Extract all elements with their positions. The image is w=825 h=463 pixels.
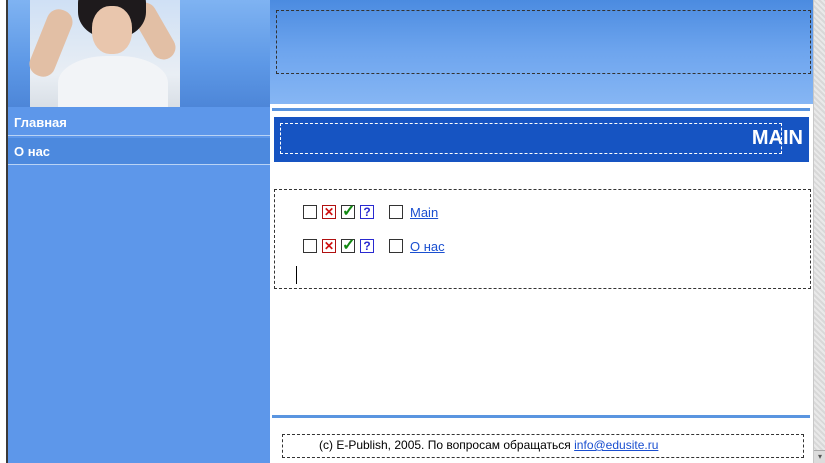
blank-box-icon[interactable] [389,205,403,219]
approve-check-icon[interactable]: ✓ [341,238,355,254]
header-photo [8,0,270,107]
delete-x-icon[interactable]: ✕ [322,239,336,253]
help-question-icon[interactable]: ? [360,205,374,219]
girl-photo-image [25,0,180,107]
blank-box-icon[interactable] [303,239,317,253]
delete-x-icon[interactable]: ✕ [322,205,336,219]
page-list-region[interactable]: ✕ ✓ ? Main ✕ ✓ ? О нас [274,189,811,289]
header-banner [270,0,813,104]
main-content: MAIN ✕ ✓ ? Main ✕ ✓ ? О нас [270,111,813,463]
list-item: ✕ ✓ ? Main [303,202,438,222]
vertical-scrollbar[interactable]: ▾ [813,0,825,463]
footer-copyright: (c) E-Publish, 2005. По вопросам обращат… [319,438,571,452]
page-link-about[interactable]: О нас [410,239,445,254]
footer-edit-region[interactable]: (c) E-Publish, 2005. По вопросам обращат… [282,434,804,458]
page-title: MAIN [751,127,803,149]
list-item: ✕ ✓ ? О нас [303,236,445,256]
title-edit-region[interactable] [280,123,782,154]
approve-check-icon[interactable]: ✓ [341,204,355,220]
blank-box-icon[interactable] [389,239,403,253]
sidebar-nav: Главная О нас [8,107,270,463]
footer-divider [272,415,810,418]
sidebar-item-home[interactable]: Главная [8,109,270,136]
window-left-border [0,0,8,463]
footer-email-link[interactable]: info@edusite.ru [574,438,658,452]
help-question-icon[interactable]: ? [360,239,374,253]
scroll-down-icon[interactable]: ▾ [814,450,825,463]
text-cursor [296,266,297,284]
page-link-main[interactable]: Main [410,205,438,220]
blank-box-icon[interactable] [303,205,317,219]
sidebar-item-about[interactable]: О нас [8,138,270,165]
header-edit-region[interactable] [276,10,811,74]
footer-text: (c) E-Publish, 2005. По вопросам обращат… [319,438,658,452]
title-bar: MAIN [274,117,809,162]
